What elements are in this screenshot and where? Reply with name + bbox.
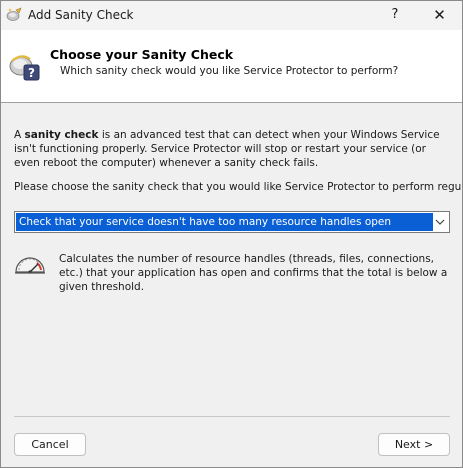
gauge-icon [13,252,47,276]
header-title: Choose your Sanity Check [50,47,234,62]
chevron-down-icon [433,214,447,230]
title-bar: Add Sanity Check ? ✕ [1,1,462,30]
wizard-wand-icon [5,6,23,24]
cancel-button[interactable]: Cancel [14,433,86,456]
header-subtitle: Which sanity check would you like Servic… [60,65,399,77]
sanity-check-select[interactable]: Check that your service doesn't have too… [14,211,450,233]
wizard-header: ? Choose your Sanity Check Which sanity … [1,30,462,103]
choose-label: Please choose the sanity check that you … [14,181,463,193]
sanity-check-description: Calculates the number of resource handle… [59,253,448,293]
intro-bold-term: sanity check [24,129,99,141]
intro-text: A sanity check is an advanced test that … [14,128,454,170]
add-sanity-check-dialog: Add Sanity Check ? ✕ ? Choose your Sanit… [0,0,463,468]
sanity-check-selected-value: Check that your service doesn't have too… [16,213,433,231]
help-button[interactable]: ? [378,1,412,30]
sanity-check-question-icon: ? [8,49,42,83]
window-title: Add Sanity Check [28,8,134,22]
footer-divider [14,416,450,417]
close-button[interactable]: ✕ [417,1,462,30]
intro-prefix: A [14,129,25,141]
next-button[interactable]: Next > [378,433,450,456]
svg-text:?: ? [28,66,35,80]
wizard-body: A sanity check is an advanced test that … [1,103,462,467]
